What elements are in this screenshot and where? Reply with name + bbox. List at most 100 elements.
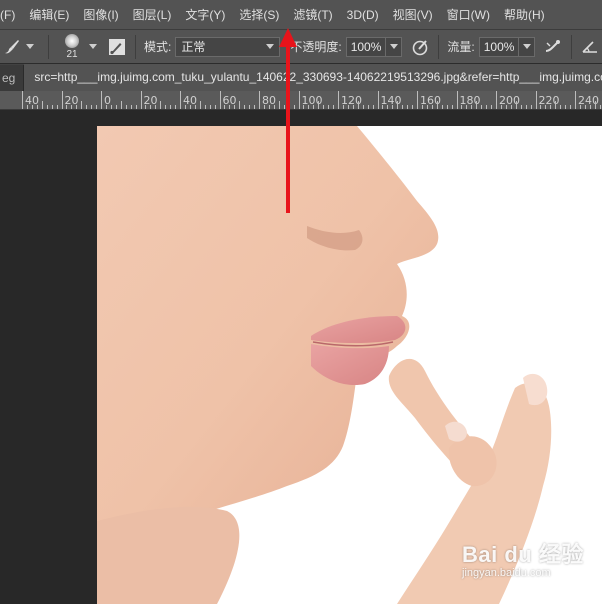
ruler-minor-tick (199, 101, 201, 109)
menu-help[interactable]: 帮助(H) (497, 0, 552, 30)
opacity-input[interactable]: 100% (345, 36, 387, 57)
ruler-minor-tick (545, 105, 547, 109)
menu-3d[interactable]: 3D(D) (340, 0, 386, 30)
ruler-major-tick (417, 91, 418, 109)
brush-tool-icon[interactable] (2, 37, 22, 57)
ruler-minor-tick (170, 105, 172, 109)
ruler-minor-tick (214, 105, 216, 109)
ruler-minor-tick (382, 105, 384, 109)
ruler-minor-tick (184, 105, 186, 109)
ruler-minor-tick (555, 101, 557, 109)
menu-select[interactable]: 选择(S) (232, 0, 286, 30)
menu-bar: (F) 编辑(E) 图像(I) 图层(L) 文字(Y) 选择(S) 滤镜(T) … (0, 0, 602, 30)
ruler-minor-tick (313, 105, 315, 109)
brush-tip-icon (65, 33, 79, 48)
ruler-minor-tick (81, 101, 83, 109)
ruler-minor-tick (175, 105, 177, 109)
menu-window[interactable]: 窗口(W) (440, 0, 497, 30)
ruler-minor-tick (525, 105, 527, 109)
menu-file[interactable]: (F) (0, 0, 22, 30)
horizontal-ruler[interactable]: 402002040608010012014016018020022024026 (0, 91, 602, 110)
tab-active-document[interactable]: src=http___img.juimg.com_tuku_yulantu_14… (24, 64, 602, 91)
brush-picker-caret-icon[interactable] (89, 44, 97, 49)
ruler-minor-tick (46, 105, 48, 109)
ruler-minor-tick (318, 101, 320, 109)
ruler-minor-tick (584, 105, 586, 109)
ruler-label: 100 (301, 94, 323, 107)
ruler-minor-tick (254, 105, 256, 109)
ruler-minor-tick (283, 105, 285, 109)
menu-view[interactable]: 视图(V) (386, 0, 440, 30)
ruler-minor-tick (466, 105, 468, 109)
ruler-minor-tick (204, 105, 206, 109)
ruler-minor-tick (145, 105, 147, 109)
ruler-major-tick (456, 91, 458, 109)
ruler-major-tick (140, 91, 142, 109)
flow-label: 流量: (447, 40, 475, 54)
pressure-opacity-icon[interactable] (410, 37, 430, 57)
ruler-minor-tick (540, 105, 542, 109)
document-tab-bar: eg src=http___img.juimg.com_tuku_yulantu… (0, 64, 602, 91)
ruler-minor-tick (229, 105, 231, 109)
ruler-major-tick (259, 91, 260, 109)
ruler-minor-tick (56, 105, 58, 109)
menu-layer[interactable]: 图层(L) (126, 0, 179, 30)
ruler-label: 120 (341, 94, 362, 107)
menu-type[interactable]: 文字(Y) (178, 0, 232, 30)
ruler-minor-tick (160, 101, 162, 109)
ruler-minor-tick (293, 105, 295, 109)
opacity-caret-icon (389, 44, 398, 49)
ruler-minor-tick (372, 105, 374, 109)
flow-input[interactable]: 100% (478, 36, 520, 57)
mode-value: 正常 (181, 40, 206, 54)
document-canvas[interactable] (97, 126, 602, 604)
ruler-minor-tick (71, 105, 73, 109)
ruler-major-tick (22, 91, 23, 109)
ruler-minor-tick (165, 105, 167, 109)
ruler-minor-tick (412, 105, 414, 109)
ruler-minor-tick (426, 105, 428, 109)
menu-edit[interactable]: 编辑(E) (22, 0, 76, 30)
ruler-minor-tick (491, 105, 493, 109)
brush-panel-icon[interactable] (107, 37, 127, 57)
menu-image[interactable]: 图像(I) (76, 0, 125, 30)
ruler-minor-tick (234, 105, 236, 109)
brush-preset-picker[interactable]: 21 (59, 32, 85, 62)
ruler-minor-tick (26, 105, 28, 109)
ruler-minor-tick (115, 105, 117, 109)
menu-filter[interactable]: 滤镜(T) (286, 0, 339, 30)
airbrush-icon[interactable] (543, 37, 563, 57)
mode-caret-icon (266, 44, 275, 49)
ruler-minor-tick (367, 105, 369, 109)
ruler-minor-tick (288, 105, 290, 109)
ruler-minor-tick (347, 105, 349, 109)
ruler-minor-tick (594, 101, 596, 109)
tab-previous-document[interactable]: eg (0, 65, 25, 91)
ruler-label: 180 (459, 94, 481, 107)
baidu-jingyan-watermark: Bai du 经验 jingyan.baidu.com (462, 537, 602, 599)
ruler-minor-tick (135, 105, 137, 109)
ruler-minor-tick (323, 105, 325, 109)
options-bar: 21 模式: 正常 不透明度: 100% 流量: 100% (0, 30, 602, 64)
mode-select[interactable]: 正常 (175, 36, 281, 57)
smoothing-angle-icon[interactable] (580, 37, 600, 57)
ruler-major-tick (377, 91, 379, 109)
ruler-minor-tick (51, 105, 53, 109)
ruler-minor-tick (120, 101, 122, 109)
tool-preset-caret-icon[interactable] (26, 44, 34, 49)
ruler-minor-tick (273, 105, 275, 109)
ruler-minor-tick (451, 105, 453, 109)
ruler-major-tick (298, 91, 300, 109)
ruler-minor-tick (357, 101, 359, 109)
ruler-minor-tick (86, 105, 88, 109)
ruler-minor-tick (397, 101, 399, 109)
ruler-minor-tick (589, 105, 591, 109)
opacity-dropdown[interactable] (386, 36, 403, 57)
ruler-minor-tick (333, 105, 335, 109)
ruler-minor-tick (189, 105, 191, 109)
ruler-label: 220 (538, 94, 560, 107)
flow-dropdown[interactable] (519, 36, 536, 57)
ruler-label: 140 (380, 94, 402, 107)
ruler-minor-tick (209, 105, 211, 109)
ruler-minor-tick (476, 101, 478, 109)
